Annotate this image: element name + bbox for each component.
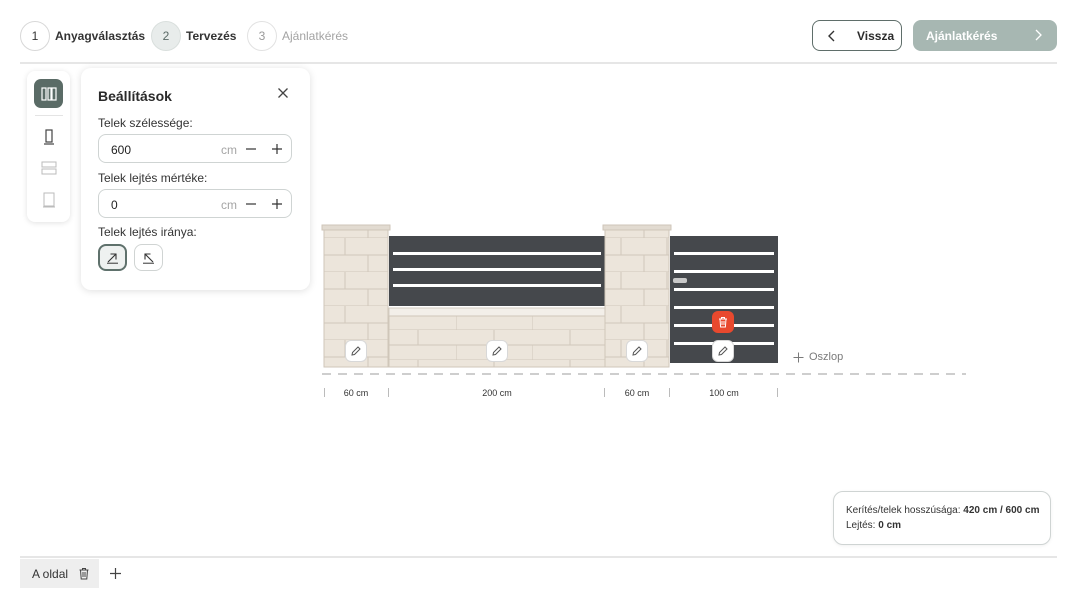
fence-summary-box: Kerítés/telek hosszúsága: 420 cm / 600 c… xyxy=(833,491,1051,545)
side-tab-label: A oldal xyxy=(32,567,69,581)
edit-pillar-right-button[interactable] xyxy=(626,340,648,362)
fence-segments-tool[interactable] xyxy=(34,79,63,108)
add-column-label: Oszlop xyxy=(809,351,844,363)
add-side-icon[interactable] xyxy=(109,567,122,580)
settings-title: Beállítások xyxy=(98,88,172,104)
arrow-up-right-icon xyxy=(107,253,118,264)
dimension-tick xyxy=(669,388,670,397)
pencil-icon xyxy=(718,346,728,356)
post-tool[interactable] xyxy=(34,122,63,151)
edit-pillar-left-button[interactable] xyxy=(345,340,367,362)
settings-panel: Beállítások Telek szélessége: 600 cm Tel… xyxy=(81,68,310,290)
length-label: Kerítés/telek hosszúsága: xyxy=(846,505,961,516)
plot-slope-field[interactable]: 0 cm xyxy=(98,189,292,218)
panel-icon xyxy=(41,161,56,174)
tool-divider xyxy=(35,115,63,116)
plot-slope-label: Telek lejtés mértéke: xyxy=(98,171,208,185)
slope-summary-value: 0 cm xyxy=(878,520,902,531)
plus-icon[interactable] xyxy=(271,143,283,155)
plot-width-value[interactable]: 600 xyxy=(111,143,131,157)
minus-icon[interactable] xyxy=(245,143,257,155)
edit-panel-button[interactable] xyxy=(486,340,508,362)
plot-width-unit: cm xyxy=(221,143,237,157)
plus-icon[interactable] xyxy=(271,198,283,210)
slope-direction-label: Telek lejtés iránya: xyxy=(98,225,197,239)
pencil-icon xyxy=(351,346,361,356)
dimension-label: 100 cm xyxy=(709,388,739,398)
length-summary: Kerítés/telek hosszúsága: 420 cm / 600 c… xyxy=(846,505,1039,516)
plot-width-field[interactable]: 600 cm xyxy=(98,134,292,163)
edit-gate-button[interactable] xyxy=(712,340,734,362)
trash-icon xyxy=(719,317,727,328)
dimension-tick xyxy=(324,388,325,397)
dimension-tick xyxy=(777,388,778,397)
slope-direction-up-right-button[interactable] xyxy=(98,244,127,271)
dimension-label: 200 cm xyxy=(482,388,512,398)
plus-icon xyxy=(793,352,804,362)
fence-segments-icon xyxy=(40,86,57,101)
side-tab-a[interactable]: A oldal xyxy=(20,559,99,588)
slope-summary: Lejtés: 0 cm xyxy=(846,520,901,531)
bottom-divider xyxy=(20,556,1057,558)
tool-strip xyxy=(27,71,70,222)
pencil-icon xyxy=(492,346,502,356)
dimension-tick xyxy=(388,388,389,397)
add-column-button[interactable]: Oszlop xyxy=(789,347,848,367)
trash-icon[interactable] xyxy=(78,567,90,580)
fence-panel-200[interactable] xyxy=(389,236,605,306)
plot-slope-value[interactable]: 0 xyxy=(111,198,118,212)
panel-tool[interactable] xyxy=(34,153,63,182)
plot-width-label: Telek szélessége: xyxy=(98,116,193,130)
close-icon[interactable] xyxy=(277,87,289,99)
dimension-label: 60 cm xyxy=(343,388,369,398)
slope-summary-label: Lejtés: xyxy=(846,520,876,531)
plot-slope-unit: cm xyxy=(221,198,237,212)
pencil-icon xyxy=(632,346,642,356)
dimension-label: 60 cm xyxy=(624,388,650,398)
delete-gate-button[interactable] xyxy=(712,311,734,333)
dimension-tick xyxy=(604,388,605,397)
gate-tool[interactable] xyxy=(34,185,63,214)
slope-direction-up-left-button[interactable] xyxy=(134,244,163,271)
minus-icon[interactable] xyxy=(245,198,257,210)
length-value: 420 cm / 600 cm xyxy=(963,505,1040,516)
post-icon xyxy=(43,128,54,145)
gate-icon xyxy=(42,192,55,207)
arrow-up-left-icon xyxy=(143,253,154,264)
